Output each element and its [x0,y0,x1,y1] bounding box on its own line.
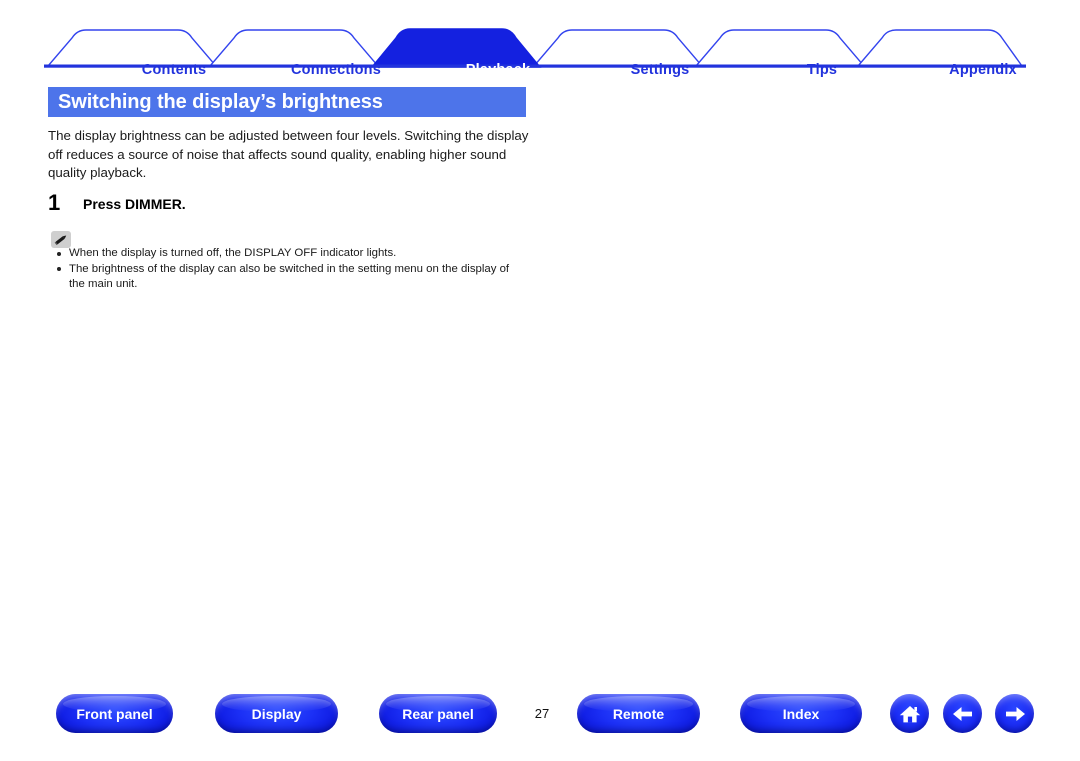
tab-label-playback[interactable]: Playback [412,62,584,78]
display-button[interactable]: Display [215,694,338,733]
tab-label-tips[interactable]: Tips [736,62,908,78]
list-item: When the display is turned off, the DISP… [56,246,526,261]
tab-label-contents[interactable]: Contents [88,62,260,78]
tab-label-settings[interactable]: Settings [574,62,746,78]
tab-shape-connections[interactable] [208,29,380,67]
bullet-dot-icon [57,251,61,256]
step-instruction: Press DIMMER. [83,196,186,212]
home-icon[interactable] [890,694,929,733]
step-number: 1 [48,190,61,215]
tab-label-appendix[interactable]: Appendix [897,62,1069,78]
bullet-dot-icon [57,267,61,272]
list-item-text: When the display is turned off, the DISP… [69,247,397,259]
index-button[interactable]: Index [740,694,862,733]
page-title: Switching the display’s brightness [48,87,526,117]
page-number: 27 [534,706,550,721]
tab-bar: Contents Connections Playback Settings T… [44,26,1026,78]
list-item: The brightness of the display can also b… [56,262,526,293]
tab-label-connections[interactable]: Connections [250,62,422,78]
tab-shape-settings[interactable] [532,29,704,67]
intro-paragraph: The display brightness can be adjusted b… [48,128,529,181]
back-arrow-icon[interactable] [943,694,982,733]
list-item-text: The brightness of the display can also b… [69,262,510,291]
remote-button[interactable]: Remote [577,694,700,733]
front-panel-button[interactable]: Front panel [56,694,173,733]
rear-panel-button[interactable]: Rear panel [379,694,497,733]
tab-shape-appendix[interactable] [856,29,1024,67]
tab-shape-contents[interactable] [46,29,218,67]
forward-arrow-icon[interactable] [995,694,1034,733]
tab-shape-tips[interactable] [694,29,866,67]
footer-navigation: Front panel Display Rear panel 27 Remote… [0,694,1080,740]
note-bullet-list: When the display is turned off, the DISP… [56,246,526,293]
